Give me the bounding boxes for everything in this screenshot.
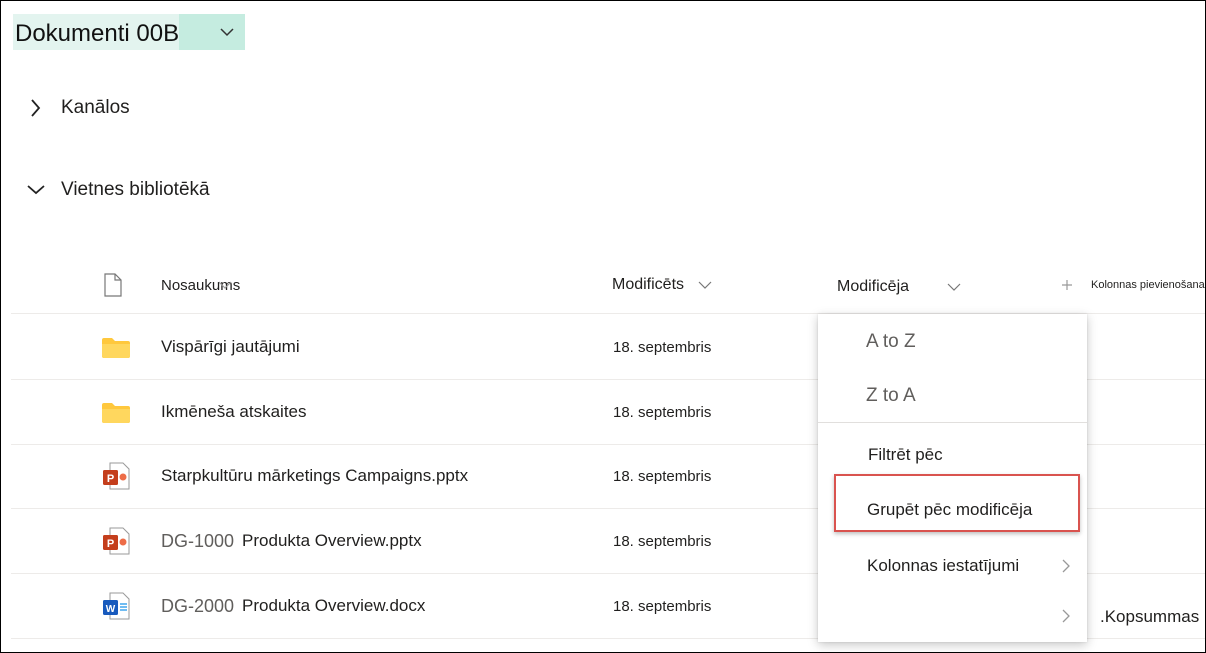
plus-icon — [1062, 280, 1072, 290]
row-name-label: Vispārīgi jautājumi — [161, 337, 300, 356]
row-name[interactable]: DG-1000 Produkta Overview.pptx — [161, 509, 422, 573]
column-header-name[interactable]: Nosaukums — [161, 257, 240, 313]
chevron-right-icon — [1062, 559, 1070, 573]
library-switcher-button[interactable] — [179, 14, 246, 50]
menu-item-label: A to Z — [866, 331, 916, 352]
row-name[interactable]: Ikmēneša atskaites — [161, 380, 307, 444]
row-name-label: Ikmēneša atskaites — [161, 402, 307, 421]
library-title: Dokumenti 00B — [13, 14, 182, 50]
menu-item-label: Z to A — [866, 385, 916, 406]
svg-text:P: P — [107, 538, 114, 550]
svg-text:W: W — [106, 604, 116, 615]
section-channels[interactable]: Kanālos — [25, 97, 130, 119]
menu-item-label: Filtrēt pēc — [868, 445, 943, 464]
menu-item-label: Kolonnas iestatījumi — [867, 556, 1020, 575]
column-header-modified-by[interactable]: Modificēja — [837, 259, 961, 315]
chevron-down-icon — [698, 281, 712, 289]
folder-icon — [101, 397, 131, 427]
document-icon — [104, 273, 122, 297]
menu-item-column-settings[interactable]: Kolonnas iestatījumi — [818, 540, 1087, 592]
powerpoint-file-icon: P — [101, 526, 131, 556]
folder-icon — [101, 332, 131, 362]
row-modified: 18. septembris — [613, 532, 712, 550]
row-name-label: Produkta Overview.docx — [242, 596, 426, 615]
menu-item-sort-ascending[interactable]: A to Z — [818, 314, 1087, 370]
document-library-view: Dokumenti 00B Kanālos Vietnes bibliotēkā… — [0, 0, 1206, 653]
file-type-header-icon[interactable] — [103, 257, 123, 313]
row-name-label: Starpkultūru mārketings Campaigns.pptx — [161, 466, 469, 485]
menu-item-sort-descending[interactable]: Z to A — [818, 370, 1087, 422]
section-label: Vietnes bibliotēkā — [61, 179, 210, 200]
menu-item-totals[interactable] — [818, 592, 1087, 640]
chevron-down-icon — [947, 283, 961, 291]
row-modified: 18. septembris — [613, 467, 712, 485]
column-header-row: Nosaukums Modificēts Modificēja Kolonnas… — [11, 257, 1205, 315]
row-name-prefix: DG-1000 — [161, 530, 235, 551]
chevron-right-icon — [25, 97, 47, 119]
menu-item-totals-label: .Kopsummas — [1100, 607, 1200, 626]
group-by-highlight-box — [834, 474, 1080, 532]
row-name[interactable]: Vispārīgi jautājumi — [161, 315, 300, 379]
add-column-button[interactable]: Kolonnas pievienošana — [1061, 257, 1205, 313]
row-name-prefix: DG-2000 — [161, 595, 235, 616]
column-header-label: Modificēja — [837, 278, 910, 295]
chevron-down-icon — [25, 179, 47, 201]
row-modified: 18. septembris — [613, 338, 712, 356]
add-column-label: Kolonnas pievienošana — [1091, 279, 1205, 291]
library-title-area: Dokumenti 00B — [13, 14, 246, 50]
column-header-modified[interactable]: Modificēts — [612, 257, 712, 313]
row-modified: 18. septembris — [613, 403, 712, 421]
row-name-label: Produkta Overview.pptx — [242, 531, 422, 550]
powerpoint-file-icon: P — [101, 461, 131, 491]
svg-text:P: P — [107, 473, 114, 485]
menu-item-filter-by[interactable]: Filtrēt pēc — [818, 430, 1087, 480]
chevron-right-icon — [1062, 609, 1070, 623]
chevron-down-icon — [220, 27, 234, 36]
row-modified: 18. septembris — [613, 597, 712, 615]
row-name[interactable]: DG-2000 Produkta Overview.docx — [161, 574, 425, 638]
column-header-label: Modificēts — [612, 276, 685, 293]
section-site-library[interactable]: Vietnes bibliotēkā — [25, 179, 210, 201]
chevron-down-icon — [218, 281, 232, 289]
menu-divider — [818, 422, 1087, 423]
section-label: Kanālos — [61, 97, 130, 118]
row-name[interactable]: Starpkultūru mārketings Campaigns.pptx — [161, 444, 468, 508]
word-file-icon: W — [101, 591, 131, 621]
